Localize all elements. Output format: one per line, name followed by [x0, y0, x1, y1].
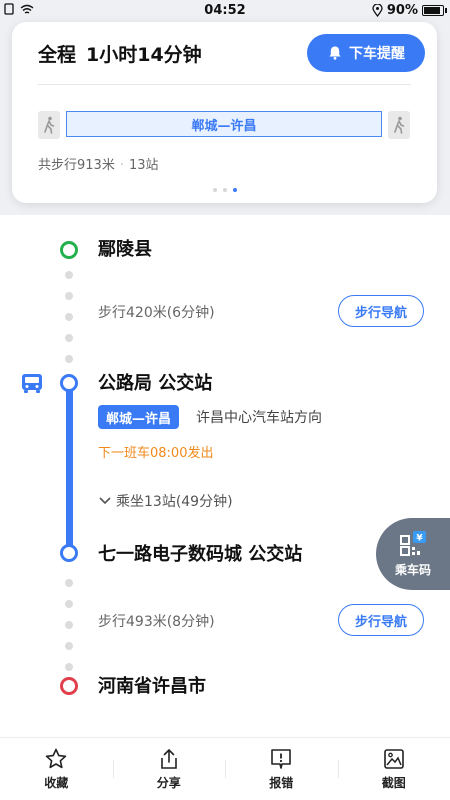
battery-percent: 90%: [386, 3, 418, 18]
alert-button-label: 下车提醒: [349, 46, 405, 62]
battery-icon: [422, 5, 447, 16]
summary-meta: 共步行913米 · 13站: [38, 154, 159, 173]
report-error-label: 报错: [269, 776, 294, 790]
board-stop-marker: [60, 374, 78, 392]
end-stop: 河南省许昌市: [98, 676, 206, 697]
route-segment-bar: 郸城—许昌: [66, 111, 382, 137]
walking-icon: [44, 116, 55, 134]
walk-segment-1: 步行420米(6分钟): [98, 305, 215, 321]
stop-count: 13站: [128, 158, 159, 173]
start-stop: 鄢陵县: [98, 239, 152, 260]
qr-code-icon: ¥: [400, 530, 426, 556]
walk-segment-2: 步行493米(8分钟): [98, 614, 215, 630]
page-dot: [222, 188, 227, 192]
walk-dot: [65, 271, 73, 279]
bus-direction: 许昌中心汽车站方向: [196, 410, 322, 426]
ride-stops-toggle[interactable]: 乘坐13站(49分钟): [98, 491, 233, 511]
alight-stop-marker: [60, 544, 78, 562]
meta-separator: ·: [119, 158, 124, 173]
get-off-alert-button[interactable]: 下车提醒: [307, 34, 425, 72]
bus-route-line: [66, 383, 73, 553]
screenshot-icon: [383, 749, 404, 769]
walk-navigation-button-2[interactable]: 步行导航: [338, 604, 424, 636]
screenshot-label: 截图: [381, 776, 406, 790]
walk-dot: [65, 663, 73, 671]
svg-text:¥: ¥: [416, 533, 423, 543]
ride-stops-label: 乘坐13站(49分钟): [116, 494, 233, 510]
route-timeline: 鄢陵县 步行420米(6分钟) 步行导航 公路局 公交站 郸城—许昌 许昌中心汽…: [0, 215, 450, 735]
report-icon: [271, 749, 292, 769]
chevron-down-icon: [99, 497, 111, 505]
favorite-button[interactable]: 收藏: [0, 738, 113, 800]
walk-dot: [65, 313, 73, 321]
walk-dot: [65, 292, 73, 300]
route-summary-card: 全程 1小时14分钟 下车提醒 郸城—许昌 共步行913米 · 13站: [12, 22, 437, 203]
walk-dot: [65, 642, 73, 650]
walk-end-chip: [388, 111, 410, 139]
location-icon: [372, 4, 383, 17]
total-label: 全程: [38, 44, 77, 66]
ride-code-label: 乘车码: [394, 562, 431, 577]
alight-stop: 七一路电子数码城 公交站: [98, 544, 303, 565]
end-marker: [60, 677, 78, 695]
page-indicator: [12, 188, 437, 192]
ride-code-button[interactable]: ¥ 乘车码: [376, 518, 450, 590]
star-icon: [46, 748, 67, 769]
bus-icon: [22, 374, 42, 393]
bell-icon: [329, 46, 341, 60]
walking-icon: [394, 116, 405, 134]
walk-dot: [65, 579, 73, 587]
next-bus-time: 下一班车08:00发出: [98, 446, 214, 461]
page-dot: [212, 188, 217, 192]
total-duration: 1小时14分钟: [86, 44, 202, 66]
share-label: 分享: [156, 776, 181, 790]
walk-dot: [65, 355, 73, 363]
summary-title: 全程 1小时14分钟: [38, 40, 212, 67]
bottom-toolbar: 收藏 分享 报错 截图: [0, 737, 450, 800]
share-icon: [160, 748, 177, 769]
share-button[interactable]: 分享: [112, 738, 226, 800]
page-dot-active: [232, 188, 237, 192]
board-stop: 公路局 公交站: [98, 373, 213, 394]
status-bar: 04:52 90%: [0, 0, 450, 22]
card-divider: [38, 84, 411, 85]
screenshot-button[interactable]: 截图: [337, 738, 450, 800]
report-error-button[interactable]: 报错: [225, 738, 338, 800]
walk-dot: [65, 621, 73, 629]
walk-navigation-button-1[interactable]: 步行导航: [338, 295, 424, 327]
walk-total: 共步行913米: [38, 158, 115, 173]
walk-dot: [65, 600, 73, 608]
start-marker: [60, 241, 78, 259]
status-icons-right: 90%: [372, 3, 447, 18]
walk-dot: [65, 334, 73, 342]
bus-line-badge[interactable]: 郸城—许昌: [98, 405, 180, 429]
favorite-label: 收藏: [44, 776, 69, 790]
walk-start-chip: [38, 111, 60, 139]
